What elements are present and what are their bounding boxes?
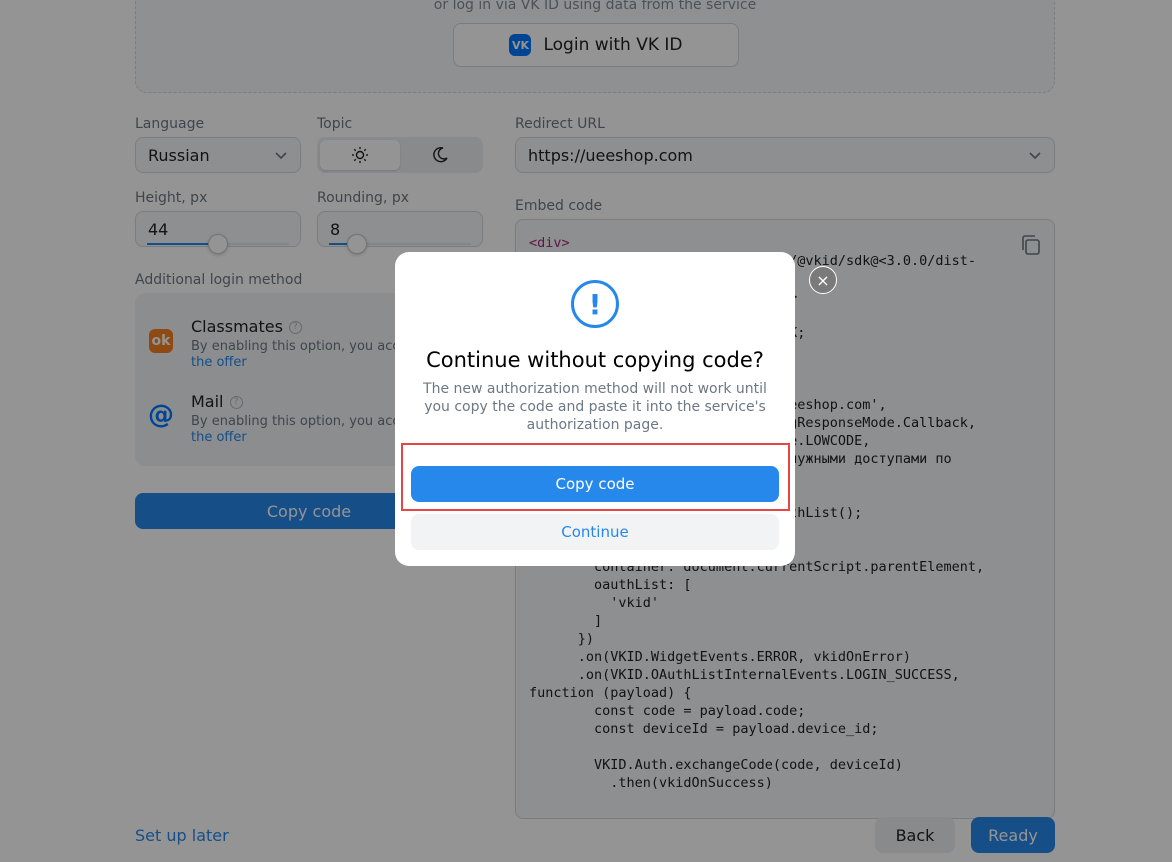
dialog-continue-button[interactable]: Continue <box>411 514 779 550</box>
warning-icon: ! <box>571 280 619 328</box>
dialog-title: Continue without copying code? <box>426 348 764 372</box>
dialog-copy-code-button[interactable]: Copy code <box>411 466 779 502</box>
confirm-dialog: ! Continue without copying code? The new… <box>395 252 795 566</box>
dialog-message: The new authorization method will not wo… <box>423 381 767 433</box>
close-icon[interactable]: × <box>809 266 837 294</box>
